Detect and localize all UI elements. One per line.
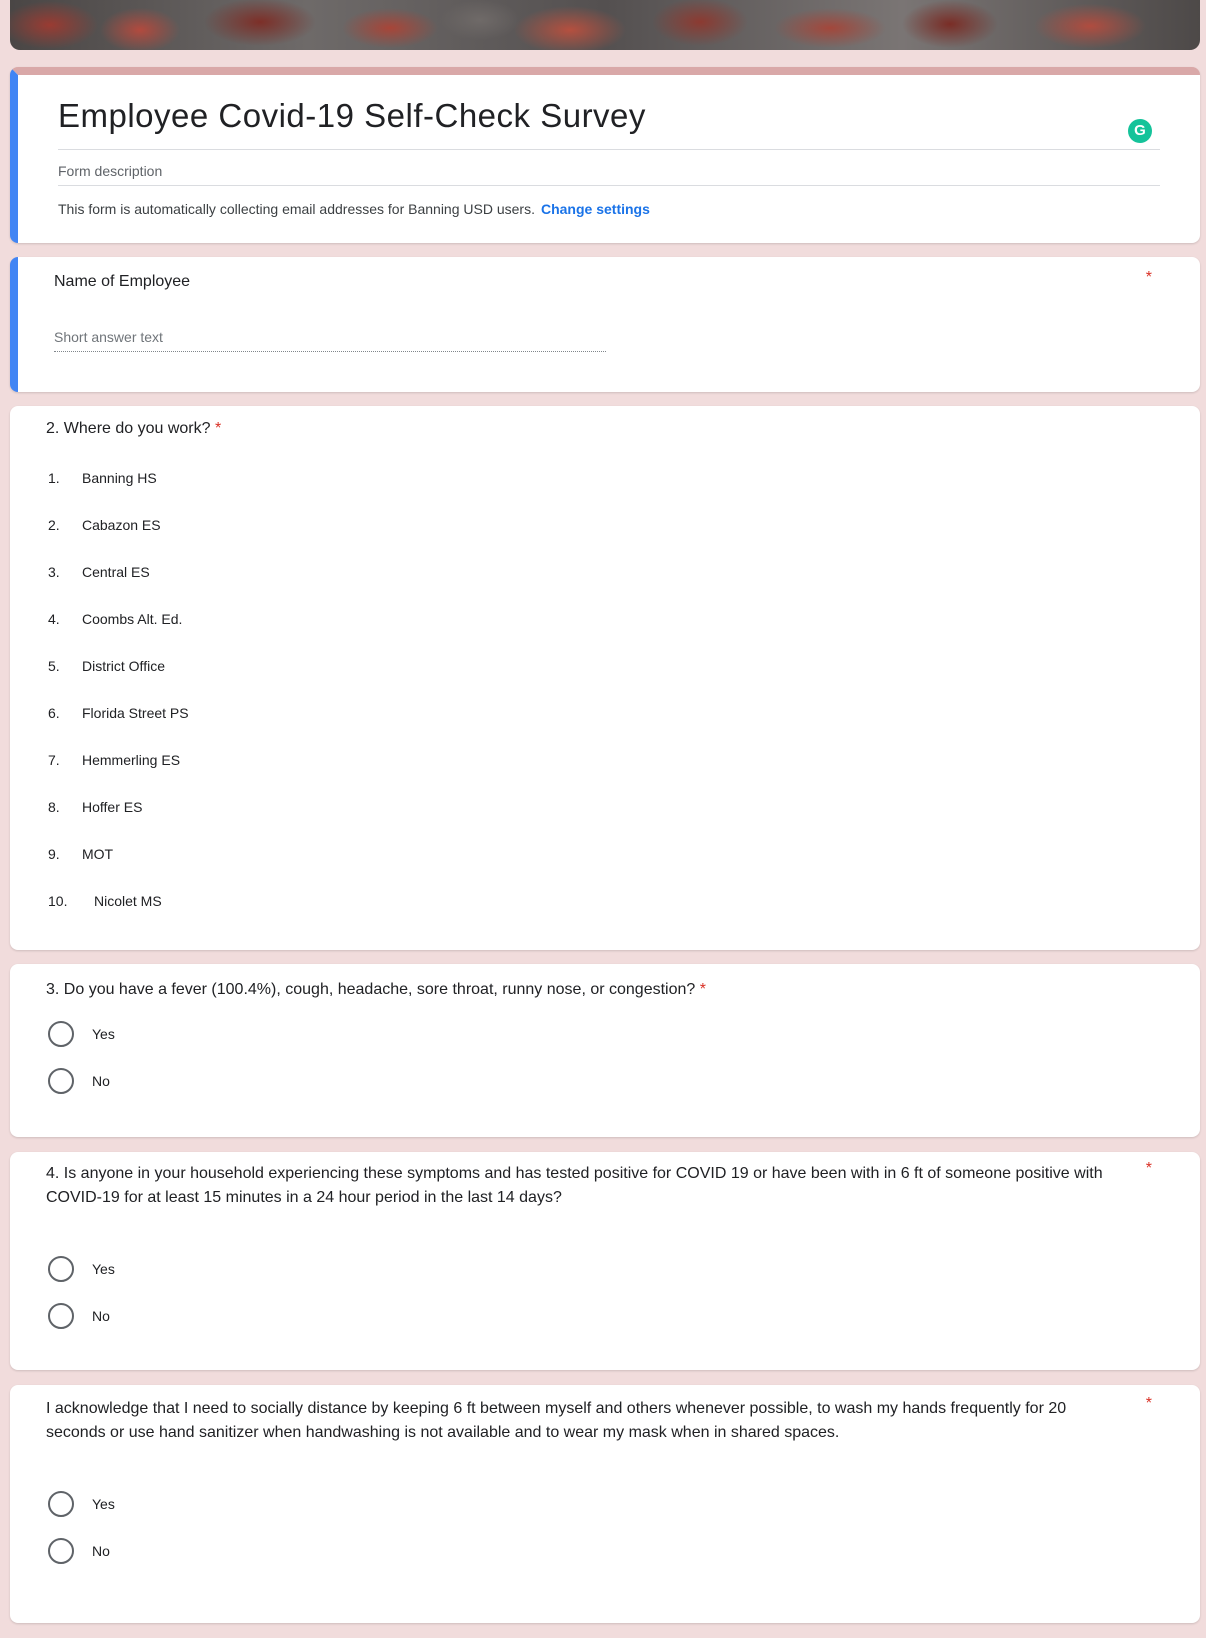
description-underline (58, 185, 1160, 186)
list-item-label: Coombs Alt. Ed. (82, 611, 183, 627)
grammarly-icon[interactable]: G (1128, 119, 1152, 143)
title-underline (58, 149, 1160, 150)
header-banner-image (10, 0, 1200, 50)
list-item: 9. MOT (48, 846, 189, 893)
required-asterisk: * (1145, 1160, 1152, 1177)
radio-label: No (92, 1308, 110, 1324)
list-item-number: 7. (48, 752, 60, 768)
list-item-label: MOT (82, 846, 114, 862)
radio-option-yes[interactable]: Yes (48, 1256, 115, 1282)
short-answer-underline (54, 351, 606, 352)
list-item-label: Nicolet MS (94, 893, 162, 909)
short-answer-input[interactable]: Short answer text (54, 329, 163, 345)
radio-label: Yes (92, 1261, 115, 1277)
list-item: 8. Hoffer ES (48, 799, 189, 846)
radio-option-no[interactable]: No (48, 1303, 110, 1329)
form-description-field[interactable]: Form description (58, 163, 162, 179)
radio-label: Yes (92, 1026, 115, 1042)
list-item: 3. Central ES (48, 564, 189, 611)
question-title: 2. Where do you work? * (46, 420, 221, 438)
required-asterisk: * (214, 420, 222, 437)
list-item: 7. Hemmerling ES (48, 752, 189, 799)
list-item-label: Hemmerling ES (82, 752, 181, 768)
list-item-label: District Office (82, 658, 165, 674)
email-note-text: This form is automatically collecting em… (58, 201, 535, 217)
required-asterisk: * (1145, 269, 1152, 286)
list-item-number: 10. (48, 893, 68, 909)
list-item-number: 8. (48, 799, 60, 815)
required-asterisk: * (1145, 1395, 1152, 1412)
list-item-label: Cabazon ES (82, 517, 161, 533)
question-card-symptoms[interactable]: 3. Do you have a fever (100.4%), cough, … (10, 964, 1200, 1137)
list-item: 2. Cabazon ES (48, 517, 189, 564)
question-card-acknowledgement[interactable]: I acknowledge that I need to socially di… (10, 1385, 1200, 1623)
list-item: 10. Nicolet MS (48, 893, 189, 940)
radio-button[interactable] (48, 1303, 74, 1329)
question-card-name[interactable]: Name of Employee * Short answer text (10, 257, 1200, 392)
list-item: 4. Coombs Alt. Ed. (48, 611, 189, 658)
question-title: 4. Is anyone in your household experienc… (46, 1165, 1103, 1206)
radio-button[interactable] (48, 1068, 74, 1094)
required-asterisk: * (699, 981, 706, 998)
list-item: 6. Florida Street PS (48, 705, 189, 752)
list-item-number: 4. (48, 611, 60, 627)
radio-option-no[interactable]: No (48, 1538, 110, 1564)
list-item: 1. Banning HS (48, 470, 189, 517)
list-item-number: 3. (48, 564, 60, 580)
list-item-label: Central ES (82, 564, 150, 580)
radio-label: Yes (92, 1496, 115, 1512)
list-item-number: 5. (48, 658, 60, 674)
list-item-label: Hoffer ES (82, 799, 143, 815)
list-item-number: 2. (48, 517, 60, 533)
email-collection-note: This form is automatically collecting em… (58, 201, 650, 217)
question-card-household-exposure[interactable]: 4. Is anyone in your household experienc… (10, 1152, 1200, 1370)
question-title: I acknowledge that I need to socially di… (46, 1400, 1067, 1441)
radio-label: No (92, 1543, 110, 1559)
list-item: 5. District Office (48, 658, 189, 705)
radio-button[interactable] (48, 1021, 74, 1047)
list-item-label: Florida Street PS (82, 705, 189, 721)
workplace-option-list: 1. Banning HS 2. Cabazon ES 3. Central ES 4… (48, 470, 189, 940)
question-title: 3. Do you have a fever (100.4%), cough, … (46, 978, 1160, 1002)
list-item-label: Banning HS (82, 470, 157, 486)
form-header-card: Employee Covid-19 Self-Check Survey G Fo… (10, 67, 1200, 243)
radio-button[interactable] (48, 1491, 74, 1517)
list-item-number: 9. (48, 846, 60, 862)
change-settings-link[interactable]: Change settings (541, 201, 650, 217)
list-item-number: 1. (48, 470, 60, 486)
radio-button[interactable] (48, 1538, 74, 1564)
question-title-text: 2. Where do you work? (46, 420, 211, 437)
list-item-number: 6. (48, 705, 60, 721)
radio-button[interactable] (48, 1256, 74, 1282)
radio-option-no[interactable]: No (48, 1068, 110, 1094)
form-title[interactable]: Employee Covid-19 Self-Check Survey (58, 97, 646, 135)
radio-option-yes[interactable]: Yes (48, 1491, 115, 1517)
radio-label: No (92, 1073, 110, 1089)
radio-option-yes[interactable]: Yes (48, 1021, 115, 1047)
question-title-text: 3. Do you have a fever (100.4%), cough, … (46, 981, 696, 998)
question-card-where-work[interactable]: 2. Where do you work? * 1. Banning HS 2. C… (10, 406, 1200, 950)
question-title: Name of Employee (54, 273, 191, 290)
